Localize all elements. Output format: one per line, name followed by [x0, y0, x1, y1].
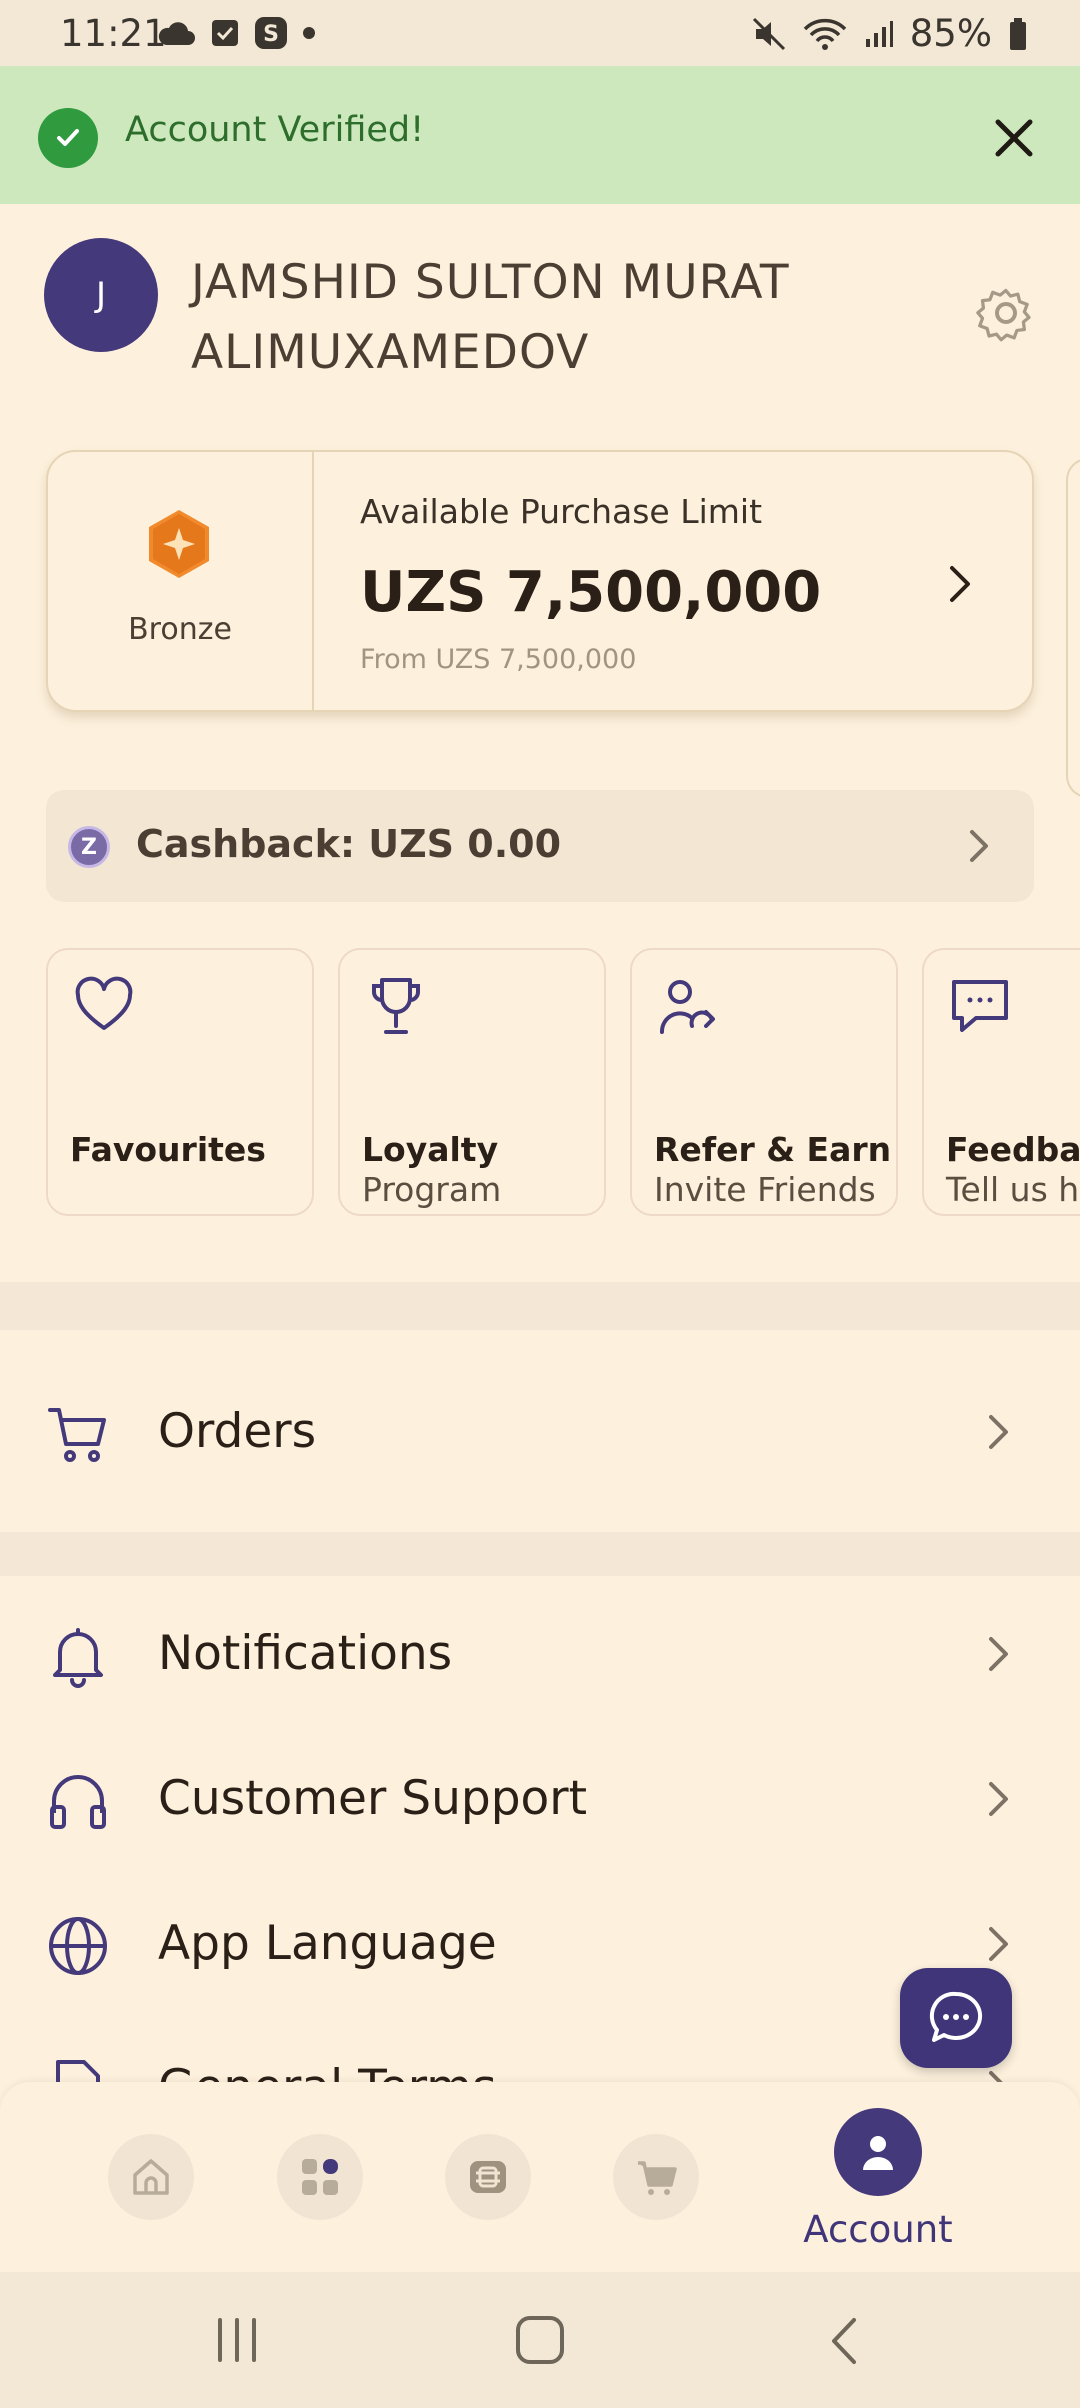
globe-icon — [49, 1917, 107, 1975]
tile-refer-earn[interactable]: Refer & Earn Invite Friends — [630, 948, 898, 1216]
nav-deals[interactable] — [445, 2134, 531, 2220]
purchase-limit-card[interactable]: Bronze Available Purchase Limit UZS 7,50… — [46, 450, 1034, 712]
avatar[interactable]: J — [44, 238, 158, 352]
tile-subtitle: Program — [362, 1170, 502, 1209]
limit-amount: UZS 7,500,000 — [360, 560, 822, 625]
tier-label: Bronze — [128, 612, 232, 647]
banner-message: Account Verified! — [125, 110, 425, 150]
cart-icon — [48, 1408, 106, 1462]
nav-account[interactable] — [834, 2108, 922, 2196]
trophy-icon — [372, 978, 420, 1034]
menu-label: Notifications — [158, 1626, 453, 1681]
chevron-right-icon — [950, 566, 970, 602]
tile-title: Loyalty — [362, 1130, 499, 1169]
tile-title: Feedbac — [946, 1130, 1080, 1169]
menu-label: Customer Support — [158, 1771, 588, 1826]
nav-home[interactable] — [108, 2134, 194, 2220]
home-button-icon[interactable] — [514, 2314, 566, 2366]
chevron-right-icon — [989, 1637, 1008, 1671]
menu-item-notifications[interactable]: Notifications — [0, 1584, 1080, 1724]
menu-label: Orders — [158, 1404, 317, 1459]
coupon-icon — [470, 2161, 506, 2193]
chevron-right-icon — [989, 1782, 1008, 1816]
heart-icon — [75, 976, 133, 1030]
tile-title: Favourites — [70, 1130, 266, 1169]
nav-categories[interactable] — [277, 2134, 363, 2220]
battery-percent: 85% — [909, 12, 992, 55]
status-time: 11:21 — [60, 12, 167, 55]
cashback-bar[interactable]: Z Cashback: UZS 0.00 — [46, 790, 1034, 902]
refer-user-icon — [659, 980, 715, 1034]
cart-icon — [638, 2161, 677, 2195]
card-divider — [312, 452, 314, 710]
checkbox-icon — [212, 20, 238, 46]
tile-subtitle: Invite Friends — [654, 1170, 876, 1209]
headphones-icon — [50, 1775, 106, 1829]
next-card-peek[interactable] — [1066, 458, 1080, 798]
limit-label: Available Purchase Limit — [360, 492, 763, 531]
bottom-nav: Account — [0, 2082, 1080, 2272]
cloud-icon — [158, 22, 195, 45]
orders-section: Orders — [0, 1332, 1080, 1532]
nav-cart[interactable] — [613, 2134, 699, 2220]
user-name: JAMSHID SULTON MURAT ALIMUXAMEDOV — [191, 255, 790, 380]
svg-text:S: S — [263, 22, 279, 47]
cashback-label: Cashback: UZS 0.00 — [136, 822, 562, 866]
s-app-icon: S — [255, 17, 287, 49]
gear-icon[interactable] — [976, 283, 1036, 343]
tile-subtitle: Tell us ho — [946, 1170, 1080, 1209]
home-icon — [133, 2159, 169, 2195]
check-icon — [38, 108, 98, 168]
section-separator — [0, 1282, 1080, 1330]
section-separator — [0, 1532, 1080, 1576]
cashback-coin-icon: Z — [68, 826, 110, 868]
mute-icon — [752, 17, 785, 50]
grid-icon — [302, 2159, 338, 2195]
signal-icon — [865, 20, 893, 47]
close-icon[interactable] — [986, 110, 1042, 166]
tile-title: Refer & Earn — [654, 1130, 892, 1169]
dot-icon — [303, 27, 315, 39]
menu-item-orders[interactable]: Orders — [0, 1362, 1080, 1502]
tile-feedback[interactable]: Feedbac Tell us ho — [922, 948, 1080, 1216]
tile-favourites[interactable]: Favourites — [46, 948, 314, 1216]
back-icon[interactable] — [826, 2316, 862, 2366]
limit-from: From UZS 7,500,000 — [360, 644, 637, 675]
battery-icon — [1010, 17, 1026, 50]
chevron-right-icon — [989, 1415, 1008, 1449]
menu-label: App Language — [158, 1916, 497, 1971]
user-icon — [863, 2136, 893, 2170]
chevron-right-icon — [970, 830, 988, 862]
chat-bubble-icon — [929, 1991, 983, 2042]
status-bar: 11:21 S 85% — [0, 0, 1080, 66]
nav-account-label: Account — [803, 2208, 953, 2251]
recents-icon[interactable] — [212, 2316, 262, 2364]
verified-banner: Account Verified! — [0, 66, 1080, 204]
chevron-right-icon — [989, 1927, 1008, 1961]
menu-item-customer-support[interactable]: Customer Support — [0, 1729, 1080, 1869]
bronze-badge-icon — [149, 510, 209, 578]
tile-loyalty[interactable]: Loyalty Program — [338, 948, 606, 1216]
system-nav-bar — [0, 2272, 1080, 2408]
chat-button[interactable] — [900, 1968, 1012, 2068]
bell-icon — [53, 1628, 103, 1688]
chat-dots-icon — [952, 980, 1008, 1032]
wifi-icon — [803, 18, 846, 50]
